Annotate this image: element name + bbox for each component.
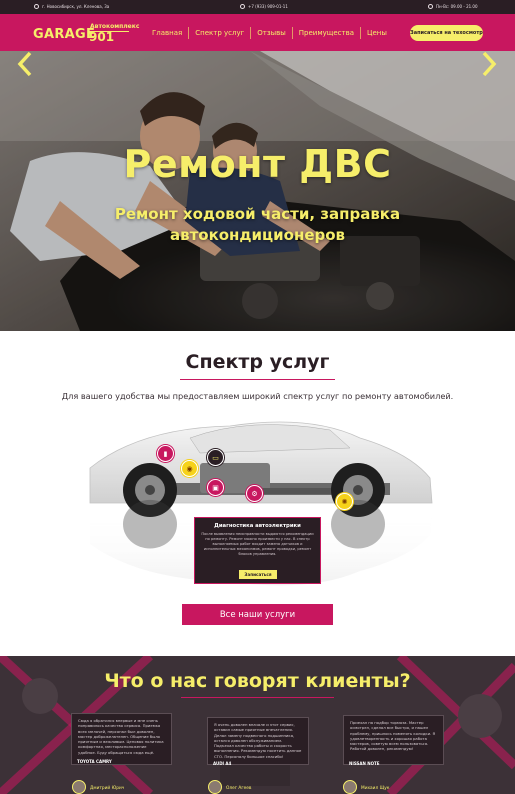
wheel-icon: ✺ [341, 497, 348, 506]
review-text: Приехал на подбор тормоза. Мастер осмотр… [350, 720, 436, 752]
review-car-wrap: NISSAN NOTE [343, 760, 444, 768]
hero-photo [0, 51, 515, 331]
nav-item-advantages[interactable]: Преимущества [291, 27, 360, 39]
tooltip-signup-button[interactable]: Записаться [239, 570, 277, 579]
services-description: Для вашего удобства мы предоставляем шир… [61, 391, 454, 401]
address-text: г. Новосибирск, ул. Кленова, 3а [42, 4, 110, 9]
reviews-title: Что о нас говорят клиенты? [104, 670, 411, 692]
logo[interactable]: GARAGE Автокомплекс 901 [33, 22, 139, 44]
review-car-wrap: TOYOTA CAMRY [71, 758, 172, 766]
top-info-bar: г. Новосибирск, ул. Кленова, 3а +7 (933)… [0, 0, 515, 14]
service-pin-oil[interactable]: ◉ [181, 460, 198, 477]
nav-item-services[interactable]: Спектр услуг [188, 27, 250, 39]
review-card: Я очень доволен вначале и этот сервис, о… [207, 717, 309, 765]
review-car-wrap: AUDI A4 [207, 760, 309, 768]
phone-info[interactable]: +7 (933) 909-01-11 [240, 4, 288, 9]
hero-title: Ремонт ДВС [123, 142, 392, 186]
all-services-button[interactable]: Все наши услуги [182, 604, 333, 625]
service-pin-wheel[interactable]: ✺ [336, 493, 353, 510]
service-pin-battery[interactable]: ▮ [157, 445, 174, 462]
reviews-section: Что о нас говорят клиенты? Сюда я обрати… [0, 656, 515, 794]
book-inspection-button[interactable]: Записаться на техосмотр [410, 25, 483, 41]
engine-icon: ▣ [212, 483, 219, 492]
review-author: Олег Агеев [226, 786, 252, 791]
logo-garage-text: GARAGE [33, 27, 96, 42]
service-pin-electric[interactable]: ▭ [207, 449, 224, 466]
review-author: Михаил Щук [361, 786, 390, 791]
tooltip-text: После выявления неисправности выдаются р… [201, 532, 314, 556]
nav-menu: Главная Спектр услуг Отзывы Преимущества… [146, 27, 393, 39]
phone-icon [240, 4, 245, 9]
services-title-underline [180, 379, 335, 380]
nav-item-home[interactable]: Главная [146, 27, 188, 39]
avatar [208, 780, 222, 794]
avatar [72, 780, 86, 794]
reviews-title-underline [181, 697, 334, 698]
phone-text[interactable]: +7 (933) 909-01-11 [248, 4, 288, 9]
review-car: TOYOTA CAMRY [77, 759, 112, 764]
address-info: г. Новосибирск, ул. Кленова, 3а [34, 4, 109, 9]
service-tooltip: Диагностика автоэлектрики После выявлени… [194, 517, 321, 584]
review-card: Приехал на подбор тормоза. Мастер осмотр… [343, 715, 444, 765]
gear-icon: ⚙ [251, 489, 258, 498]
main-navigation: GARAGE Автокомплекс 901 Главная Спектр у… [0, 14, 515, 51]
review-car: NISSAN NOTE [349, 761, 380, 766]
review-text: Я очень доволен вначале и этот сервис, о… [214, 722, 302, 759]
chevron-left-icon[interactable] [16, 51, 34, 77]
hero-subtitle: Ремонт ходовой части, заправка автоконди… [114, 205, 401, 244]
location-icon [34, 4, 39, 9]
chevron-right-icon[interactable] [480, 51, 498, 77]
service-pin-transmission[interactable]: ⚙ [246, 485, 263, 502]
clock-icon [428, 4, 433, 9]
services-title: Спектр услуг [185, 351, 330, 373]
logo-number: 901 [89, 30, 115, 44]
hero-slider: Ремонт ДВС Ремонт ходовой части, заправк… [0, 51, 515, 331]
nav-item-prices[interactable]: Цены [360, 27, 393, 39]
avatar [343, 780, 357, 794]
oil-icon: ◉ [186, 464, 193, 473]
logo-subtitle: Автокомплекс [90, 23, 140, 30]
battery-electric-icon: ▭ [212, 453, 219, 462]
nav-item-reviews[interactable]: Отзывы [250, 27, 292, 39]
review-text: Сюда я обратился впервые и мне очень пон… [78, 718, 164, 755]
service-pin-engine[interactable]: ▣ [207, 479, 224, 496]
review-author: Дмитрий Юрич [90, 786, 125, 791]
hours-text: Пн-Вс: 09.00 - 21.00 [436, 4, 478, 9]
review-car: AUDI A4 [213, 761, 232, 766]
battery-icon: ▮ [163, 449, 168, 458]
hours-info: Пн-Вс: 09.00 - 21.00 [428, 4, 478, 9]
